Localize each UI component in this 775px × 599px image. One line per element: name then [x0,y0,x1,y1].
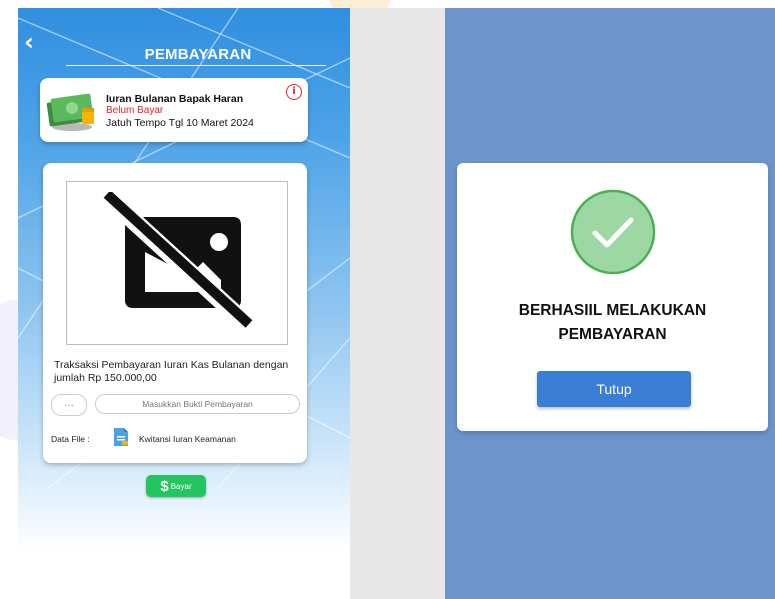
info-icon[interactable]: i [286,84,302,100]
dollar-icon: $ [160,477,169,495]
chevron-left-icon: ‹ [24,28,34,56]
close-button[interactable]: Tutup [537,371,691,407]
browse-file-button[interactable]: ... [51,394,87,416]
payment-screen: ‹ PEMBAYARAN Iuran Bulanan Bapak Haran B… [18,8,350,599]
check-circle-icon [570,189,656,275]
data-file-label: Data File : [51,434,90,444]
title-divider [66,65,326,66]
file-name[interactable]: Kwitansi Iuran Keamanan [139,434,236,444]
bill-due-date: Jatuh Tempo Tgl 10 Maret 2024 [106,117,254,129]
screen-gap [350,8,445,599]
payment-proof-card: Traksaksi Pembayaran Iuran Kas Bulanan d… [43,163,307,463]
page-title: PEMBAYARAN [144,46,252,63]
pay-button[interactable]: $ Bayar [146,475,206,497]
money-icon [46,93,94,131]
success-overlay: BERHASIIL MELAKUKAN PEMBAYARAN Tutup [445,8,775,599]
success-message: BERHASIIL MELAKUKAN PEMBAYARAN [457,299,768,347]
document-icon [114,428,128,446]
back-button[interactable]: ‹ [24,30,44,54]
transaction-description: Traksaksi Pembayaran Iuran Kas Bulanan d… [54,359,289,384]
bill-summary-card: Iuran Bulanan Bapak Haran Belum Bayar Ja… [40,78,308,142]
success-dialog: BERHASIIL MELAKUKAN PEMBAYARAN Tutup [457,163,768,431]
success-message-line1: BERHASIIL MELAKUKAN [518,302,707,319]
proof-input[interactable] [95,394,300,414]
pay-button-label: Bayar [170,481,192,491]
bill-status: Belum Bayar [106,105,164,116]
bill-name: Iuran Bulanan Bapak Haran [106,93,244,105]
success-message-line2: PEMBAYARAN [558,326,667,343]
proof-image-preview[interactable] [66,181,288,345]
image-off-icon [103,192,253,332]
